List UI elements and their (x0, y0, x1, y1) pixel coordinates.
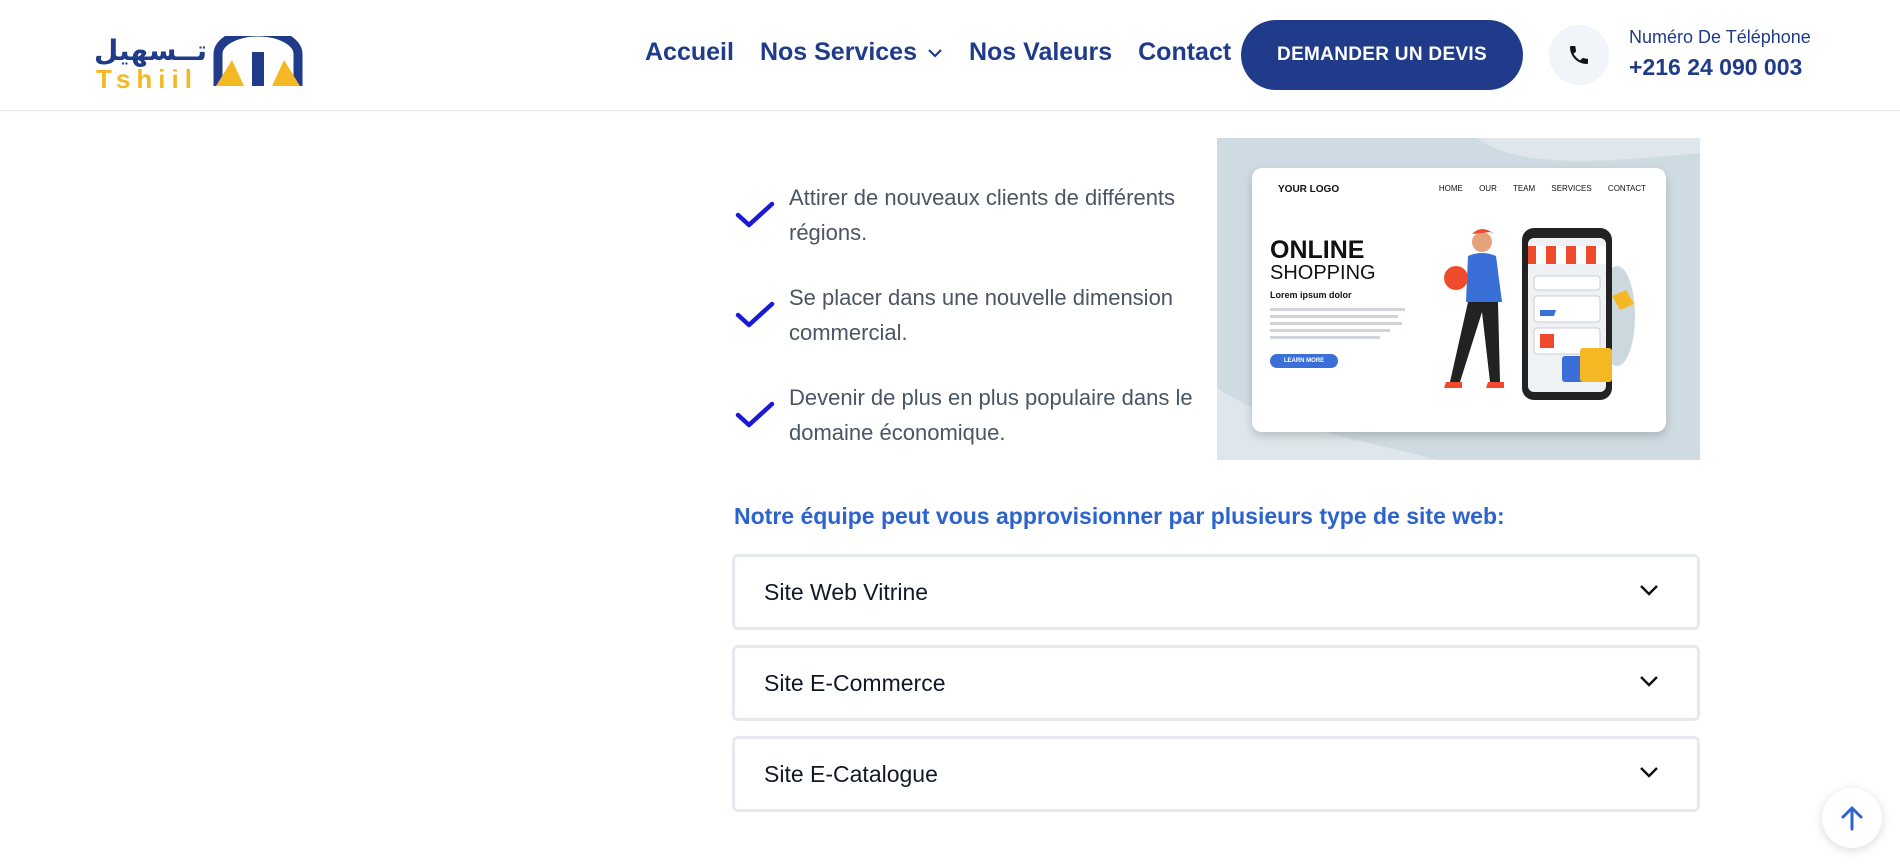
chevron-down-icon (928, 48, 942, 58)
accordion-label: Site E-Commerce (764, 669, 946, 696)
nav-contact[interactable]: Contact (1138, 38, 1231, 67)
nav-label: Nos Services (759, 38, 917, 66)
logo-latin-text: Tshiil (96, 64, 198, 94)
illustration-headline-2: SHOPPING (1270, 262, 1376, 284)
phone-label: Numéro De Téléphone (1629, 27, 1811, 47)
online-shopping-illustration: YOUR LOGO HOME OUR TEAM SERVICES CONTACT… (1217, 138, 1700, 460)
accordion-label: Site Web Vitrine (764, 578, 929, 605)
phone-number[interactable]: +216 24 090 003 (1629, 54, 1802, 81)
main-nav: Accueil Nos Services Nos Valeurs Contact (645, 38, 1257, 67)
nav-label: Accueil (645, 38, 734, 66)
illustration-card: YOUR LOGO HOME OUR TEAM SERVICES CONTACT… (1252, 168, 1666, 432)
back-to-top-button[interactable] (1822, 788, 1882, 848)
nav-accueil[interactable]: Accueil (645, 38, 734, 67)
site-header: تــسهيل Tshiil Accueil Nos Services Nos … (0, 0, 1900, 111)
nav-label: Contact (1138, 38, 1232, 66)
accordion-site-e-commerce[interactable]: Site E-Commerce (732, 645, 1700, 721)
feature-item: Se placer dans une nouvelle dimension co… (735, 280, 1215, 350)
phone-icon (1570, 46, 1588, 64)
illustration-headline-1: ONLINE (1270, 236, 1365, 264)
nav-nos-valeurs[interactable]: Nos Valeurs (969, 38, 1112, 67)
feature-text: Devenir de plus en plus populaire dans l… (789, 385, 1193, 445)
feature-text: Se placer dans une nouvelle dimension co… (789, 285, 1174, 345)
accordion-label: Site E-Catalogue (764, 760, 938, 787)
check-icon (735, 401, 775, 428)
check-icon (735, 201, 775, 228)
logo-mark-icon (213, 36, 303, 86)
illustration-learn-more: LEARN MORE (1270, 354, 1338, 368)
feature-item: Attirer de nouveaux clients de différent… (735, 180, 1215, 250)
chevron-down-icon (1640, 676, 1658, 687)
site-logo[interactable]: تــسهيل Tshiil (94, 34, 306, 94)
feature-item: Devenir de plus en plus populaire dans l… (735, 380, 1215, 450)
accordion-site-web-vitrine[interactable]: Site Web Vitrine (732, 554, 1700, 630)
nav-nos-services[interactable]: Nos Services (760, 38, 943, 67)
request-quote-button[interactable]: DEMANDER UN DEVIS (1241, 20, 1523, 90)
illustration-lorem: Lorem ipsum dolor (1270, 290, 1352, 300)
check-icon (735, 301, 775, 328)
feature-text: Attirer de nouveaux clients de différent… (789, 185, 1176, 245)
illustration-logo-text: YOUR LOGO (1278, 184, 1340, 195)
illustration-nav-text: HOME OUR TEAM SERVICES CONTACT (1438, 184, 1646, 193)
accordion-site-e-catalogue[interactable]: Site E-Catalogue (732, 736, 1700, 812)
phone-button[interactable] (1549, 25, 1609, 85)
illustration-text-lines (1270, 308, 1405, 343)
chevron-down-icon (1640, 767, 1658, 778)
website-types-title: Notre équipe peut vous approvisionner pa… (734, 503, 1505, 529)
arrow-up-icon (1841, 806, 1863, 831)
logo-arabic-text: تــسهيل (94, 34, 208, 67)
nav-label: Nos Valeurs (968, 38, 1113, 66)
chevron-down-icon (1640, 585, 1658, 596)
shopper-phone-scene (1444, 228, 1635, 400)
